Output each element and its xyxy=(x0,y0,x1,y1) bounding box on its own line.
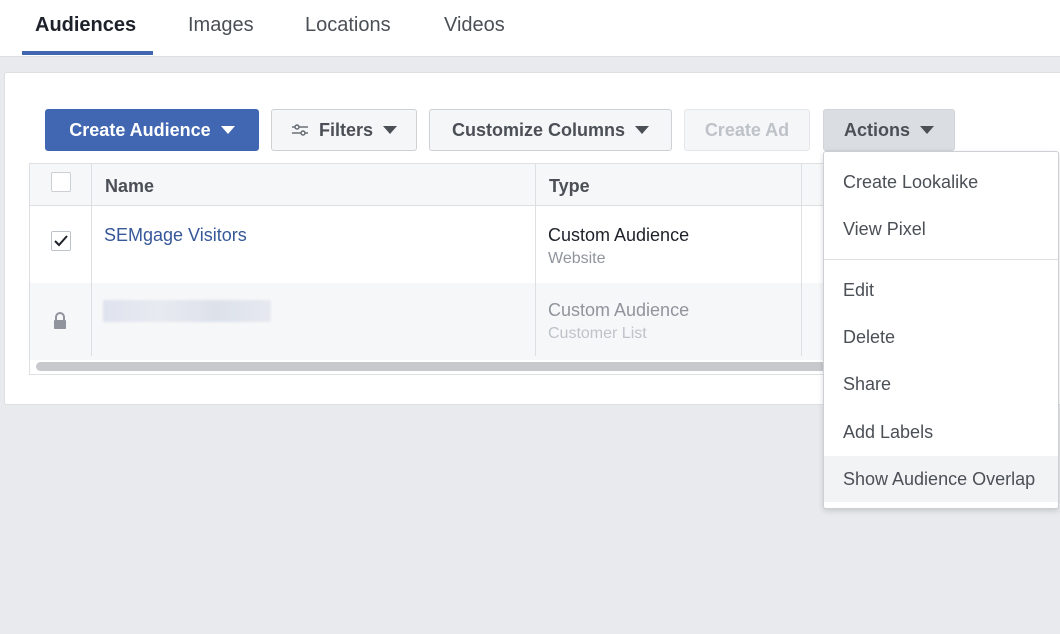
menu-item-add-labels[interactable]: Add Labels xyxy=(824,409,1058,455)
chevron-down-icon xyxy=(220,126,235,134)
chevron-down-icon xyxy=(635,126,649,134)
sliders-icon xyxy=(291,123,309,137)
tab-videos[interactable]: Videos xyxy=(444,0,505,57)
actions-button[interactable]: Actions xyxy=(823,109,955,151)
column-header-name[interactable]: Name xyxy=(105,164,154,208)
menu-item-share[interactable]: Share xyxy=(824,361,1058,407)
table-header: Name Type xyxy=(30,164,829,206)
chevron-down-icon xyxy=(383,126,398,134)
menu-item-view-pixel[interactable]: View Pixel xyxy=(824,206,1058,252)
audience-type: Custom Audience xyxy=(548,225,690,245)
chevron-down-icon xyxy=(920,126,934,134)
column-divider xyxy=(535,164,536,356)
column-header-type[interactable]: Type xyxy=(549,164,590,208)
audience-type: Custom Audience xyxy=(548,300,690,320)
create-ad-label: Create Ad xyxy=(704,119,790,140)
filters-button[interactable]: Filters xyxy=(271,109,417,151)
menu-item-edit[interactable]: Edit xyxy=(824,267,1058,313)
filters-label: Filters xyxy=(318,119,374,140)
menu-item-show-audience-overlap[interactable]: Show Audience Overlap xyxy=(824,456,1058,502)
column-divider xyxy=(91,164,92,356)
menu-divider xyxy=(824,259,1058,260)
audience-name-link[interactable]: SEMgage Visitors xyxy=(104,225,247,246)
checkmark-icon xyxy=(54,235,68,247)
menu-item-delete[interactable]: Delete xyxy=(824,314,1058,360)
customize-columns-button[interactable]: Customize Columns xyxy=(429,109,672,151)
tab-locations[interactable]: Locations xyxy=(305,0,391,57)
row-checkbox[interactable] xyxy=(51,231,71,251)
customize-columns-label: Customize Columns xyxy=(451,119,625,140)
select-all-checkbox[interactable] xyxy=(51,172,71,192)
table-row[interactable]: SEMgage Visitors Custom Audience Website xyxy=(30,206,829,283)
horizontal-scrollbar[interactable] xyxy=(36,362,829,371)
actions-menu: Create Lookalike View Pixel Edit Delete … xyxy=(823,151,1059,509)
column-divider xyxy=(801,164,802,356)
audiences-table: Name Type SEMgage Visitors Custom Audien… xyxy=(29,163,829,375)
create-audience-label: Create Audience xyxy=(69,119,211,140)
menu-item-create-lookalike[interactable]: Create Lookalike xyxy=(824,159,1058,205)
create-audience-button[interactable]: Create Audience xyxy=(45,109,259,151)
audience-subtype: Website xyxy=(548,250,606,267)
redacted-audience-name xyxy=(103,300,271,322)
tab-audiences[interactable]: Audiences xyxy=(35,0,136,57)
tab-bar: Audiences Images Locations Videos xyxy=(0,0,1060,57)
actions-label: Actions xyxy=(843,119,910,140)
tab-images[interactable]: Images xyxy=(188,0,254,57)
table-row[interactable]: Custom Audience Customer List xyxy=(30,283,829,360)
create-ad-button[interactable]: Create Ad xyxy=(684,109,810,151)
active-tab-indicator xyxy=(22,51,153,55)
audience-subtype: Customer List xyxy=(548,325,647,342)
lock-icon xyxy=(52,312,68,335)
